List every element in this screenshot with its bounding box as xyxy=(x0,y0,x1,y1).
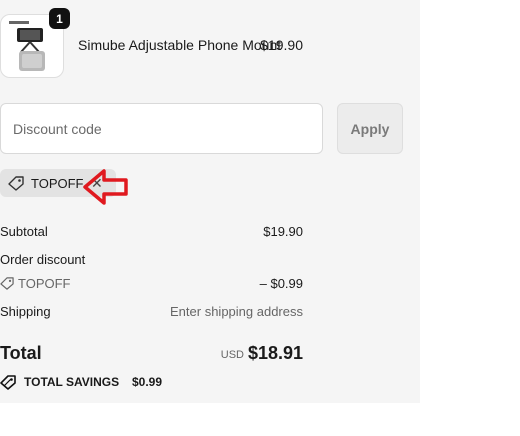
subtotal-label: Subtotal xyxy=(0,224,48,239)
product-price: $19.90 xyxy=(260,37,303,53)
total-savings-value: $0.99 xyxy=(132,375,163,389)
applied-code-label: TOPOFF xyxy=(31,176,84,191)
discount-tag-icon xyxy=(0,277,14,290)
currency-code: USD xyxy=(220,349,244,361)
subtotal-value: $19.90 xyxy=(263,224,303,239)
order-discount-label: Order discount xyxy=(0,252,86,267)
red-arrow-annotation-icon xyxy=(83,169,128,205)
product-name: Simube Adjustable Phone Mount xyxy=(78,37,282,53)
shipping-value: Enter shipping address xyxy=(170,304,303,319)
discount-code-label: TOPOFF xyxy=(18,276,71,291)
total-amount: $18.91 xyxy=(247,343,303,363)
tag-icon xyxy=(8,176,24,191)
apply-button[interactable]: Apply xyxy=(337,103,403,154)
shipping-label: Shipping xyxy=(0,304,51,319)
discount-value: – $0.99 xyxy=(259,276,303,291)
discount-code-input[interactable] xyxy=(0,103,323,154)
total-savings-label: TOTAL SAVINGS xyxy=(24,375,120,389)
total-label: Total xyxy=(0,343,42,363)
savings-tag-icon xyxy=(0,375,16,390)
quantity-badge: 1 xyxy=(49,8,70,29)
order-summary-panel: 1 Simube Adjustable Phone Mount $19.90 A… xyxy=(0,0,420,403)
